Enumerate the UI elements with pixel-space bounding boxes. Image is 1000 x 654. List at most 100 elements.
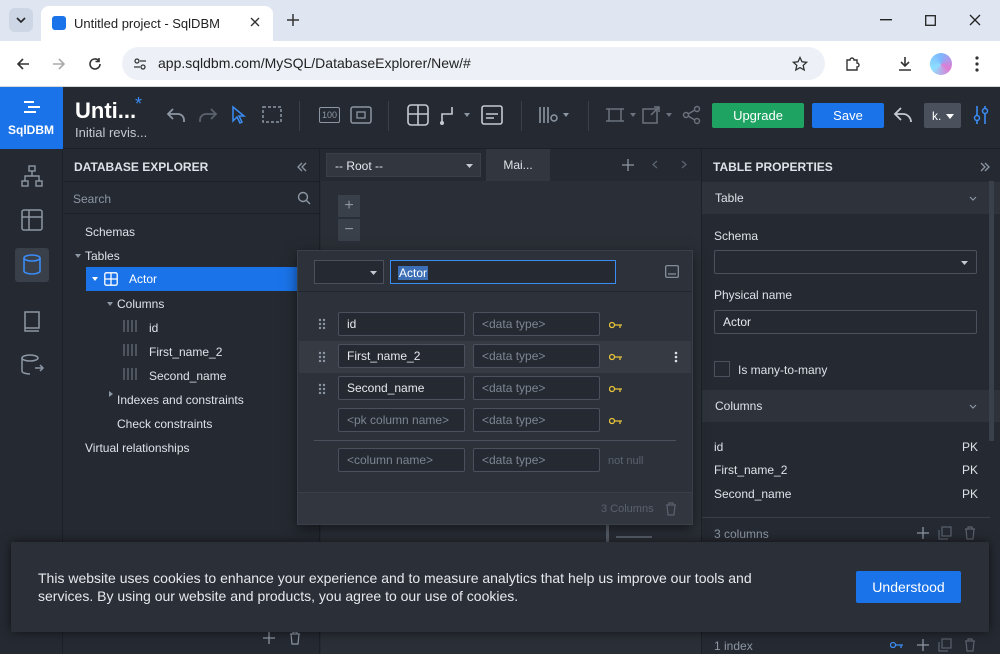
profile-avatar-icon[interactable]	[930, 53, 952, 75]
data-type-input[interactable]: <data type>	[473, 312, 600, 336]
expand-caret-icon[interactable]	[107, 302, 113, 306]
delete-table-icon[interactable]	[665, 502, 677, 516]
align-tool-icon[interactable]	[605, 104, 639, 126]
database-explorer-tab[interactable]	[15, 248, 49, 282]
tree-check-constraints[interactable]: Check constraints	[117, 417, 212, 431]
physical-name-input[interactable]: Actor	[714, 310, 977, 334]
tab-main[interactable]: Mai...	[486, 149, 550, 181]
tables-icon[interactable]	[21, 209, 43, 231]
tree-col-second-name[interactable]: Second_name	[149, 369, 226, 383]
new-pk-column-input[interactable]: <pk column name>	[338, 408, 465, 432]
copy-icon[interactable]	[938, 526, 952, 540]
redo-icon[interactable]	[197, 104, 219, 126]
add-index-icon[interactable]	[917, 639, 929, 651]
not-null-toggle[interactable]: not null	[608, 455, 643, 467]
share-icon[interactable]	[682, 105, 702, 125]
add-tab-icon[interactable]	[622, 159, 634, 171]
tree-virtual-relationships[interactable]: Virtual relationships	[85, 441, 190, 455]
schema-select[interactable]	[714, 250, 977, 274]
add-icon[interactable]	[263, 632, 275, 644]
tree-tables[interactable]: Tables	[85, 249, 120, 263]
revert-icon[interactable]	[892, 104, 916, 126]
prop-column-row[interactable]: Second_name PK	[714, 487, 978, 503]
close-tab-icon[interactable]	[247, 14, 263, 30]
diagram-icon[interactable]	[21, 165, 43, 187]
drag-handle-icon[interactable]	[318, 383, 326, 395]
pointer-tool-icon[interactable]	[231, 105, 247, 125]
tab-next-icon[interactable]	[681, 160, 687, 169]
trash-icon[interactable]	[964, 638, 976, 652]
maximize-icon[interactable]	[920, 10, 940, 30]
new-tab-icon[interactable]	[283, 10, 303, 30]
zoom-100-button[interactable]: 100	[319, 107, 340, 123]
trash-icon[interactable]	[289, 631, 301, 645]
data-type-input[interactable]: <data type>	[473, 376, 600, 400]
reload-icon[interactable]	[84, 53, 106, 75]
save-button[interactable]: Save	[812, 103, 884, 128]
explorer-search[interactable]: Search	[64, 181, 320, 214]
download-icon[interactable]	[894, 53, 916, 75]
site-info-icon[interactable]	[131, 55, 149, 73]
column-name-input[interactable]: id	[338, 312, 465, 336]
properties-scrollbar[interactable]	[989, 181, 994, 441]
browser-menu-icon[interactable]	[966, 53, 988, 75]
settings-sliders-icon[interactable]	[973, 104, 989, 126]
tree-col-id[interactable]: id	[149, 321, 158, 335]
many-to-many-checkbox[interactable]	[714, 361, 730, 377]
section-table[interactable]: Table	[702, 182, 1000, 214]
schema-dropdown[interactable]	[314, 260, 384, 284]
fit-screen-icon[interactable]	[350, 106, 372, 124]
tree-indexes[interactable]: Indexes and constraints	[117, 393, 244, 407]
marquee-select-icon[interactable]	[262, 106, 282, 123]
column-name-input[interactable]: First_name_2	[338, 344, 465, 368]
tree-columns[interactable]: Columns	[117, 297, 164, 311]
add-note-icon[interactable]	[481, 105, 503, 125]
new-pk-type-input[interactable]: <data type>	[473, 408, 600, 432]
revision-label[interactable]: Initial revis...	[75, 125, 147, 140]
column-name-input[interactable]: Second_name	[338, 376, 465, 400]
undo-icon[interactable]	[165, 104, 187, 126]
collapse-panel-icon[interactable]	[297, 162, 307, 172]
tree-col-first-name[interactable]: First_name_2	[149, 345, 222, 359]
drag-handle-icon[interactable]	[318, 318, 326, 330]
view-mode-icon[interactable]	[538, 104, 572, 126]
collapsed-caret-icon[interactable]	[109, 391, 113, 397]
zoom-out-button[interactable]: −	[338, 219, 360, 241]
drag-handle-icon[interactable]	[318, 351, 326, 363]
new-column-input[interactable]: <column name>	[338, 448, 465, 472]
tree-schemas[interactable]: Schemas	[85, 225, 135, 239]
bookmark-star-icon[interactable]	[791, 55, 809, 73]
prop-column-row[interactable]: id PK	[714, 440, 978, 456]
data-type-input[interactable]: <data type>	[473, 344, 600, 368]
prop-column-row[interactable]: First_name_2 PK	[714, 463, 978, 479]
table-name-input[interactable]: Actor	[390, 260, 616, 284]
forward-icon[interactable]	[48, 53, 70, 75]
sqldbm-logo[interactable]: SqlDBM	[0, 87, 63, 149]
row-more-icon[interactable]	[674, 351, 678, 363]
project-title[interactable]: Unti...	[75, 98, 136, 124]
back-icon[interactable]	[12, 53, 34, 75]
add-relationship-icon[interactable]	[439, 104, 473, 126]
database-export-icon[interactable]	[21, 354, 45, 376]
expand-panel-icon[interactable]	[980, 162, 990, 172]
minimize-icon[interactable]	[876, 10, 896, 30]
section-columns[interactable]: Columns	[702, 390, 1000, 422]
tab-search-dropdown-icon[interactable]	[9, 8, 33, 32]
user-menu-button[interactable]: k.	[924, 103, 961, 128]
primary-key-icon[interactable]	[609, 385, 623, 393]
tab-prev-icon[interactable]	[652, 160, 658, 169]
add-table-icon[interactable]	[407, 104, 429, 126]
add-column-icon[interactable]	[917, 527, 929, 539]
copy-icon[interactable]	[938, 638, 952, 652]
trash-icon[interactable]	[964, 526, 976, 540]
export-icon[interactable]	[641, 104, 675, 126]
url-field[interactable]: app.sqldbm.com/MySQL/DatabaseExplorer/Ne…	[122, 47, 825, 80]
understood-button[interactable]: Understood	[856, 571, 961, 603]
expand-caret-icon[interactable]	[92, 277, 98, 281]
browser-tab[interactable]: Untitled project - SqlDBM	[41, 6, 273, 41]
extensions-icon[interactable]	[841, 53, 863, 75]
primary-key-icon[interactable]	[609, 321, 623, 329]
zoom-in-button[interactable]: +	[338, 195, 360, 217]
close-window-icon[interactable]	[965, 10, 985, 30]
upgrade-button[interactable]: Upgrade	[712, 103, 804, 128]
